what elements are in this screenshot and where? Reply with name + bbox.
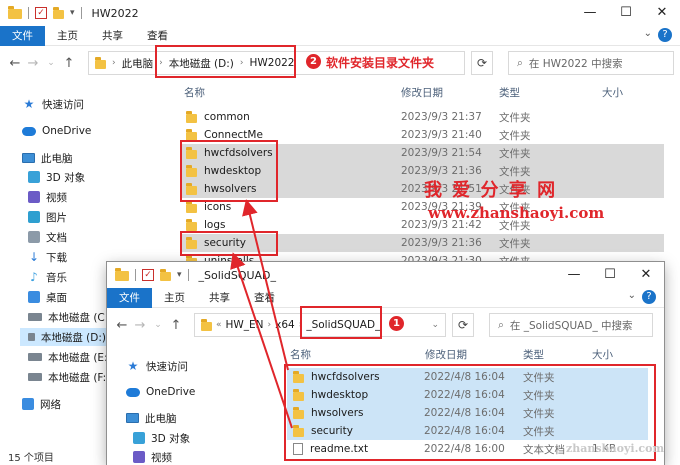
annotation-arrows	[230, 199, 293, 429]
arrow-to-security	[230, 252, 293, 429]
arrow-to-folders	[242, 199, 289, 371]
